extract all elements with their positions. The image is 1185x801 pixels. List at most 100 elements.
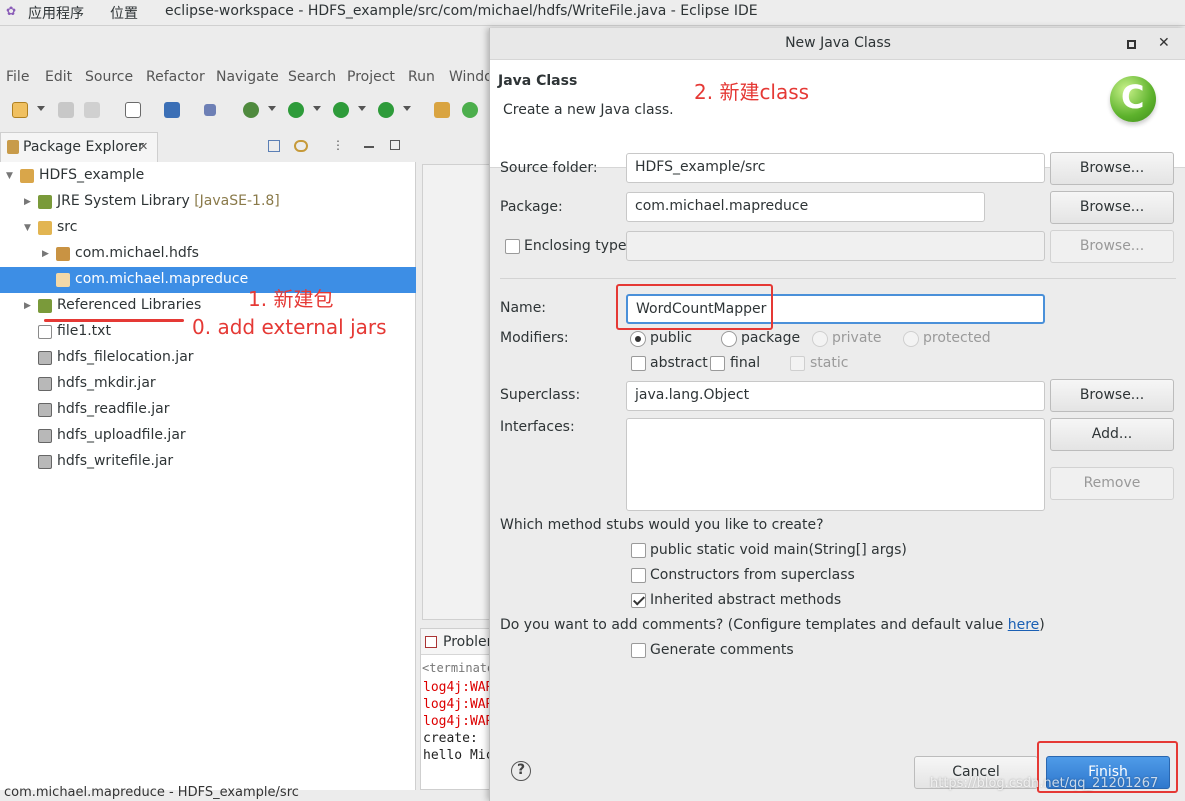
- coverage-icon[interactable]: [333, 102, 349, 118]
- menu-run[interactable]: Run: [408, 69, 435, 85]
- applications-menu[interactable]: 应用程序: [28, 3, 84, 23]
- menu-refactor[interactable]: Refactor: [146, 69, 205, 85]
- configure-templates-link[interactable]: here: [1008, 617, 1040, 633]
- modifier-public-radio[interactable]: [630, 331, 646, 347]
- tree-item-package-hdfs[interactable]: ▶ com.michael.hdfs: [0, 241, 416, 267]
- expand-arrow-icon[interactable]: ▼: [6, 171, 13, 181]
- run-icon[interactable]: [288, 102, 304, 118]
- link-with-editor-icon[interactable]: [294, 140, 308, 152]
- menu-search[interactable]: Search: [288, 69, 336, 85]
- new-package-icon[interactable]: [434, 102, 450, 118]
- generate-comments-checkbox[interactable]: [631, 643, 646, 658]
- menu-source[interactable]: Source: [85, 69, 133, 85]
- places-menu[interactable]: 位置: [110, 3, 138, 23]
- apps-icon[interactable]: ✿: [6, 4, 16, 18]
- method-stubs-question: Which method stubs would you like to cre…: [500, 517, 824, 533]
- expand-arrow-icon[interactable]: ▼: [24, 223, 31, 233]
- menu-edit[interactable]: Edit: [45, 69, 72, 85]
- minimize-icon[interactable]: [364, 146, 374, 148]
- help-button[interactable]: ?: [511, 761, 531, 781]
- modifier-package-label: package: [741, 330, 801, 346]
- package-explorer-tab[interactable]: Package Explorer ✕: [0, 132, 158, 162]
- interfaces-list[interactable]: [626, 418, 1045, 511]
- status-bar: com.michael.mapreduce - HDFS_example/src: [0, 785, 490, 801]
- modifier-final-label: final: [730, 355, 761, 371]
- source-folder-browse-button[interactable]: Browse...: [1050, 152, 1174, 185]
- source-folder-label: Source folder:: [500, 160, 598, 176]
- maximize-icon[interactable]: [1127, 40, 1136, 49]
- stub-inherited-checkbox[interactable]: [631, 593, 646, 608]
- external-tools-dropdown-icon[interactable]: [403, 106, 411, 111]
- jar-icon: [38, 429, 52, 443]
- package-explorer-title: Package Explorer: [23, 139, 144, 155]
- debug-icon[interactable]: [243, 102, 259, 118]
- tree-item-src[interactable]: ▼ src: [0, 215, 416, 241]
- superclass-browse-button[interactable]: Browse...: [1050, 379, 1174, 412]
- dialog-title: New Java Class: [785, 35, 891, 51]
- menu-navigate[interactable]: Navigate: [216, 69, 279, 85]
- save-all-icon[interactable]: [84, 102, 100, 118]
- close-icon[interactable]: ✕: [1158, 35, 1170, 51]
- save-icon[interactable]: [58, 102, 74, 118]
- superclass-input[interactable]: java.lang.Object: [626, 381, 1045, 411]
- annotation-new-package: 1. 新建包: [248, 287, 334, 311]
- tree-item-package-mapreduce[interactable]: com.michael.mapreduce: [0, 267, 416, 293]
- external-tools-icon[interactable]: [378, 102, 394, 118]
- collapse-arrow-icon[interactable]: ▶: [24, 301, 31, 311]
- stub-constructors-checkbox[interactable]: [631, 568, 646, 583]
- tree-item-jre[interactable]: ▶ JRE System Library [JavaSE-1.8]: [0, 189, 416, 215]
- source-folder-icon: [38, 221, 52, 235]
- new-class-icon[interactable]: [462, 102, 478, 118]
- generate-comments-label: Generate comments: [650, 642, 794, 658]
- new-icon[interactable]: [12, 102, 28, 118]
- stub-inherited-label: Inherited abstract methods: [650, 592, 842, 608]
- annotation-underline: [44, 319, 184, 322]
- run-dropdown-icon[interactable]: [313, 106, 321, 111]
- menu-file[interactable]: File: [6, 69, 29, 85]
- modifier-final-checkbox[interactable]: [710, 356, 725, 371]
- stub-main-checkbox[interactable]: [631, 543, 646, 558]
- menu-project[interactable]: Project: [347, 69, 395, 85]
- modifier-package-radio[interactable]: [721, 331, 737, 347]
- tree-item-jar[interactable]: hdfs_writefile.jar: [0, 449, 416, 475]
- enclosing-type-label: Enclosing type:: [524, 238, 632, 254]
- dialog-titlebar: New Java Class ✕: [490, 28, 1185, 60]
- package-browse-button[interactable]: Browse...: [1050, 191, 1174, 224]
- tree-item-jar[interactable]: hdfs_mkdir.jar: [0, 371, 416, 397]
- new-java-class-dialog: New Java Class ✕ Java Class Create a new…: [489, 28, 1185, 801]
- modifier-static-label: static: [810, 355, 849, 371]
- tree-item-jar[interactable]: hdfs_uploadfile.jar: [0, 423, 416, 449]
- console-icon[interactable]: [164, 102, 180, 118]
- skip-breakpoints-icon[interactable]: [204, 104, 216, 116]
- modifier-private-label: private: [832, 330, 882, 346]
- enclosing-type-checkbox[interactable]: [505, 239, 520, 254]
- view-menu-icon[interactable]: ⋮: [332, 138, 344, 152]
- collapse-arrow-icon[interactable]: ▶: [42, 249, 49, 259]
- modifier-abstract-checkbox[interactable]: [631, 356, 646, 371]
- binary-icon[interactable]: [125, 102, 141, 118]
- view-toolbar: ⋮: [260, 138, 410, 158]
- source-folder-input[interactable]: HDFS_example/src: [626, 153, 1045, 183]
- editor-pane: [422, 164, 490, 620]
- maximize-icon[interactable]: [390, 140, 400, 150]
- package-input[interactable]: com.michael.mapreduce: [626, 192, 985, 222]
- tree-item-project[interactable]: ▼ HDFS_example: [0, 163, 416, 189]
- modifier-protected-label: protected: [923, 330, 991, 346]
- coverage-dropdown-icon[interactable]: [358, 106, 366, 111]
- tree-item-jar[interactable]: hdfs_readfile.jar: [0, 397, 416, 423]
- jar-icon: [38, 403, 52, 417]
- problems-icon: [425, 636, 437, 648]
- package-icon: [56, 273, 70, 287]
- menu-window[interactable]: Windo: [449, 69, 493, 85]
- console-tab[interactable]: Problen: [421, 629, 495, 655]
- interfaces-add-button[interactable]: Add...: [1050, 418, 1174, 451]
- enclosing-type-browse-button: Browse...: [1050, 230, 1174, 263]
- tree-item-jar[interactable]: hdfs_filelocation.jar: [0, 345, 416, 371]
- collapse-arrow-icon[interactable]: ▶: [24, 197, 31, 207]
- new-dropdown-icon[interactable]: [37, 106, 45, 111]
- name-label: Name:: [500, 300, 547, 316]
- close-icon[interactable]: ✕: [139, 140, 148, 153]
- collapse-all-icon[interactable]: [268, 140, 280, 152]
- modifier-static-checkbox: [790, 356, 805, 371]
- debug-dropdown-icon[interactable]: [268, 106, 276, 111]
